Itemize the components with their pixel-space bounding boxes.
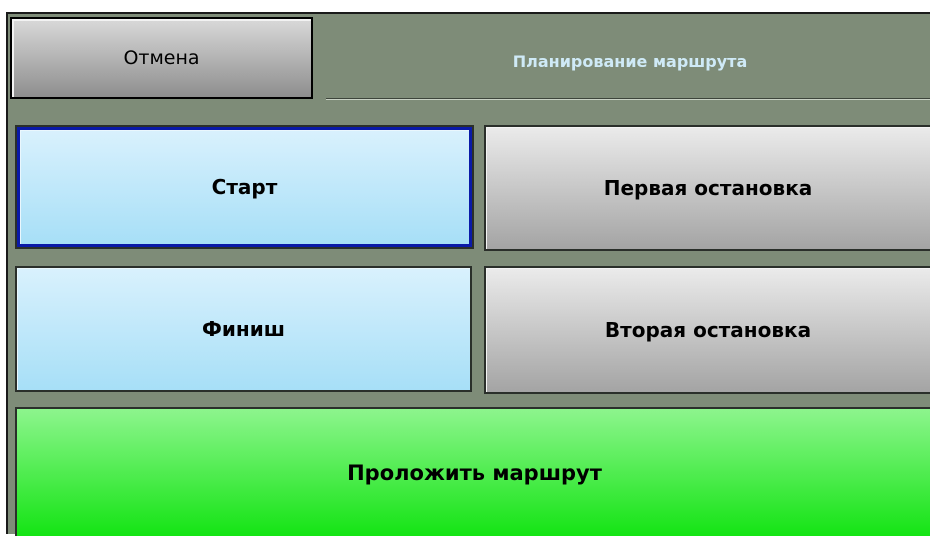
- first-stop-button[interactable]: Первая остановка: [484, 125, 930, 251]
- start-point-button[interactable]: Старт: [17, 127, 472, 247]
- app-frame: Отмена Планирование маршрута Старт Перва…: [6, 12, 930, 536]
- cancel-button-label: Отмена: [123, 47, 200, 69]
- build-route-label: Проложить маршрут: [347, 460, 602, 485]
- first-stop-label: Первая остановка: [603, 176, 813, 200]
- header-divider: [326, 98, 930, 100]
- second-stop-button[interactable]: Вторая остановка: [484, 266, 930, 394]
- start-point-label: Старт: [211, 175, 278, 199]
- route-planning-screen: Отмена Планирование маршрута Старт Перва…: [0, 0, 930, 536]
- finish-point-button[interactable]: Финиш: [15, 266, 472, 392]
- second-stop-label: Вторая остановка: [604, 318, 812, 342]
- page-title: Планирование маршрута: [328, 24, 930, 98]
- page-title-text: Планирование маршрута: [512, 51, 748, 71]
- finish-point-label: Финиш: [202, 317, 285, 341]
- cancel-button[interactable]: Отмена: [10, 17, 313, 99]
- build-route-button[interactable]: Проложить маршрут: [15, 407, 930, 536]
